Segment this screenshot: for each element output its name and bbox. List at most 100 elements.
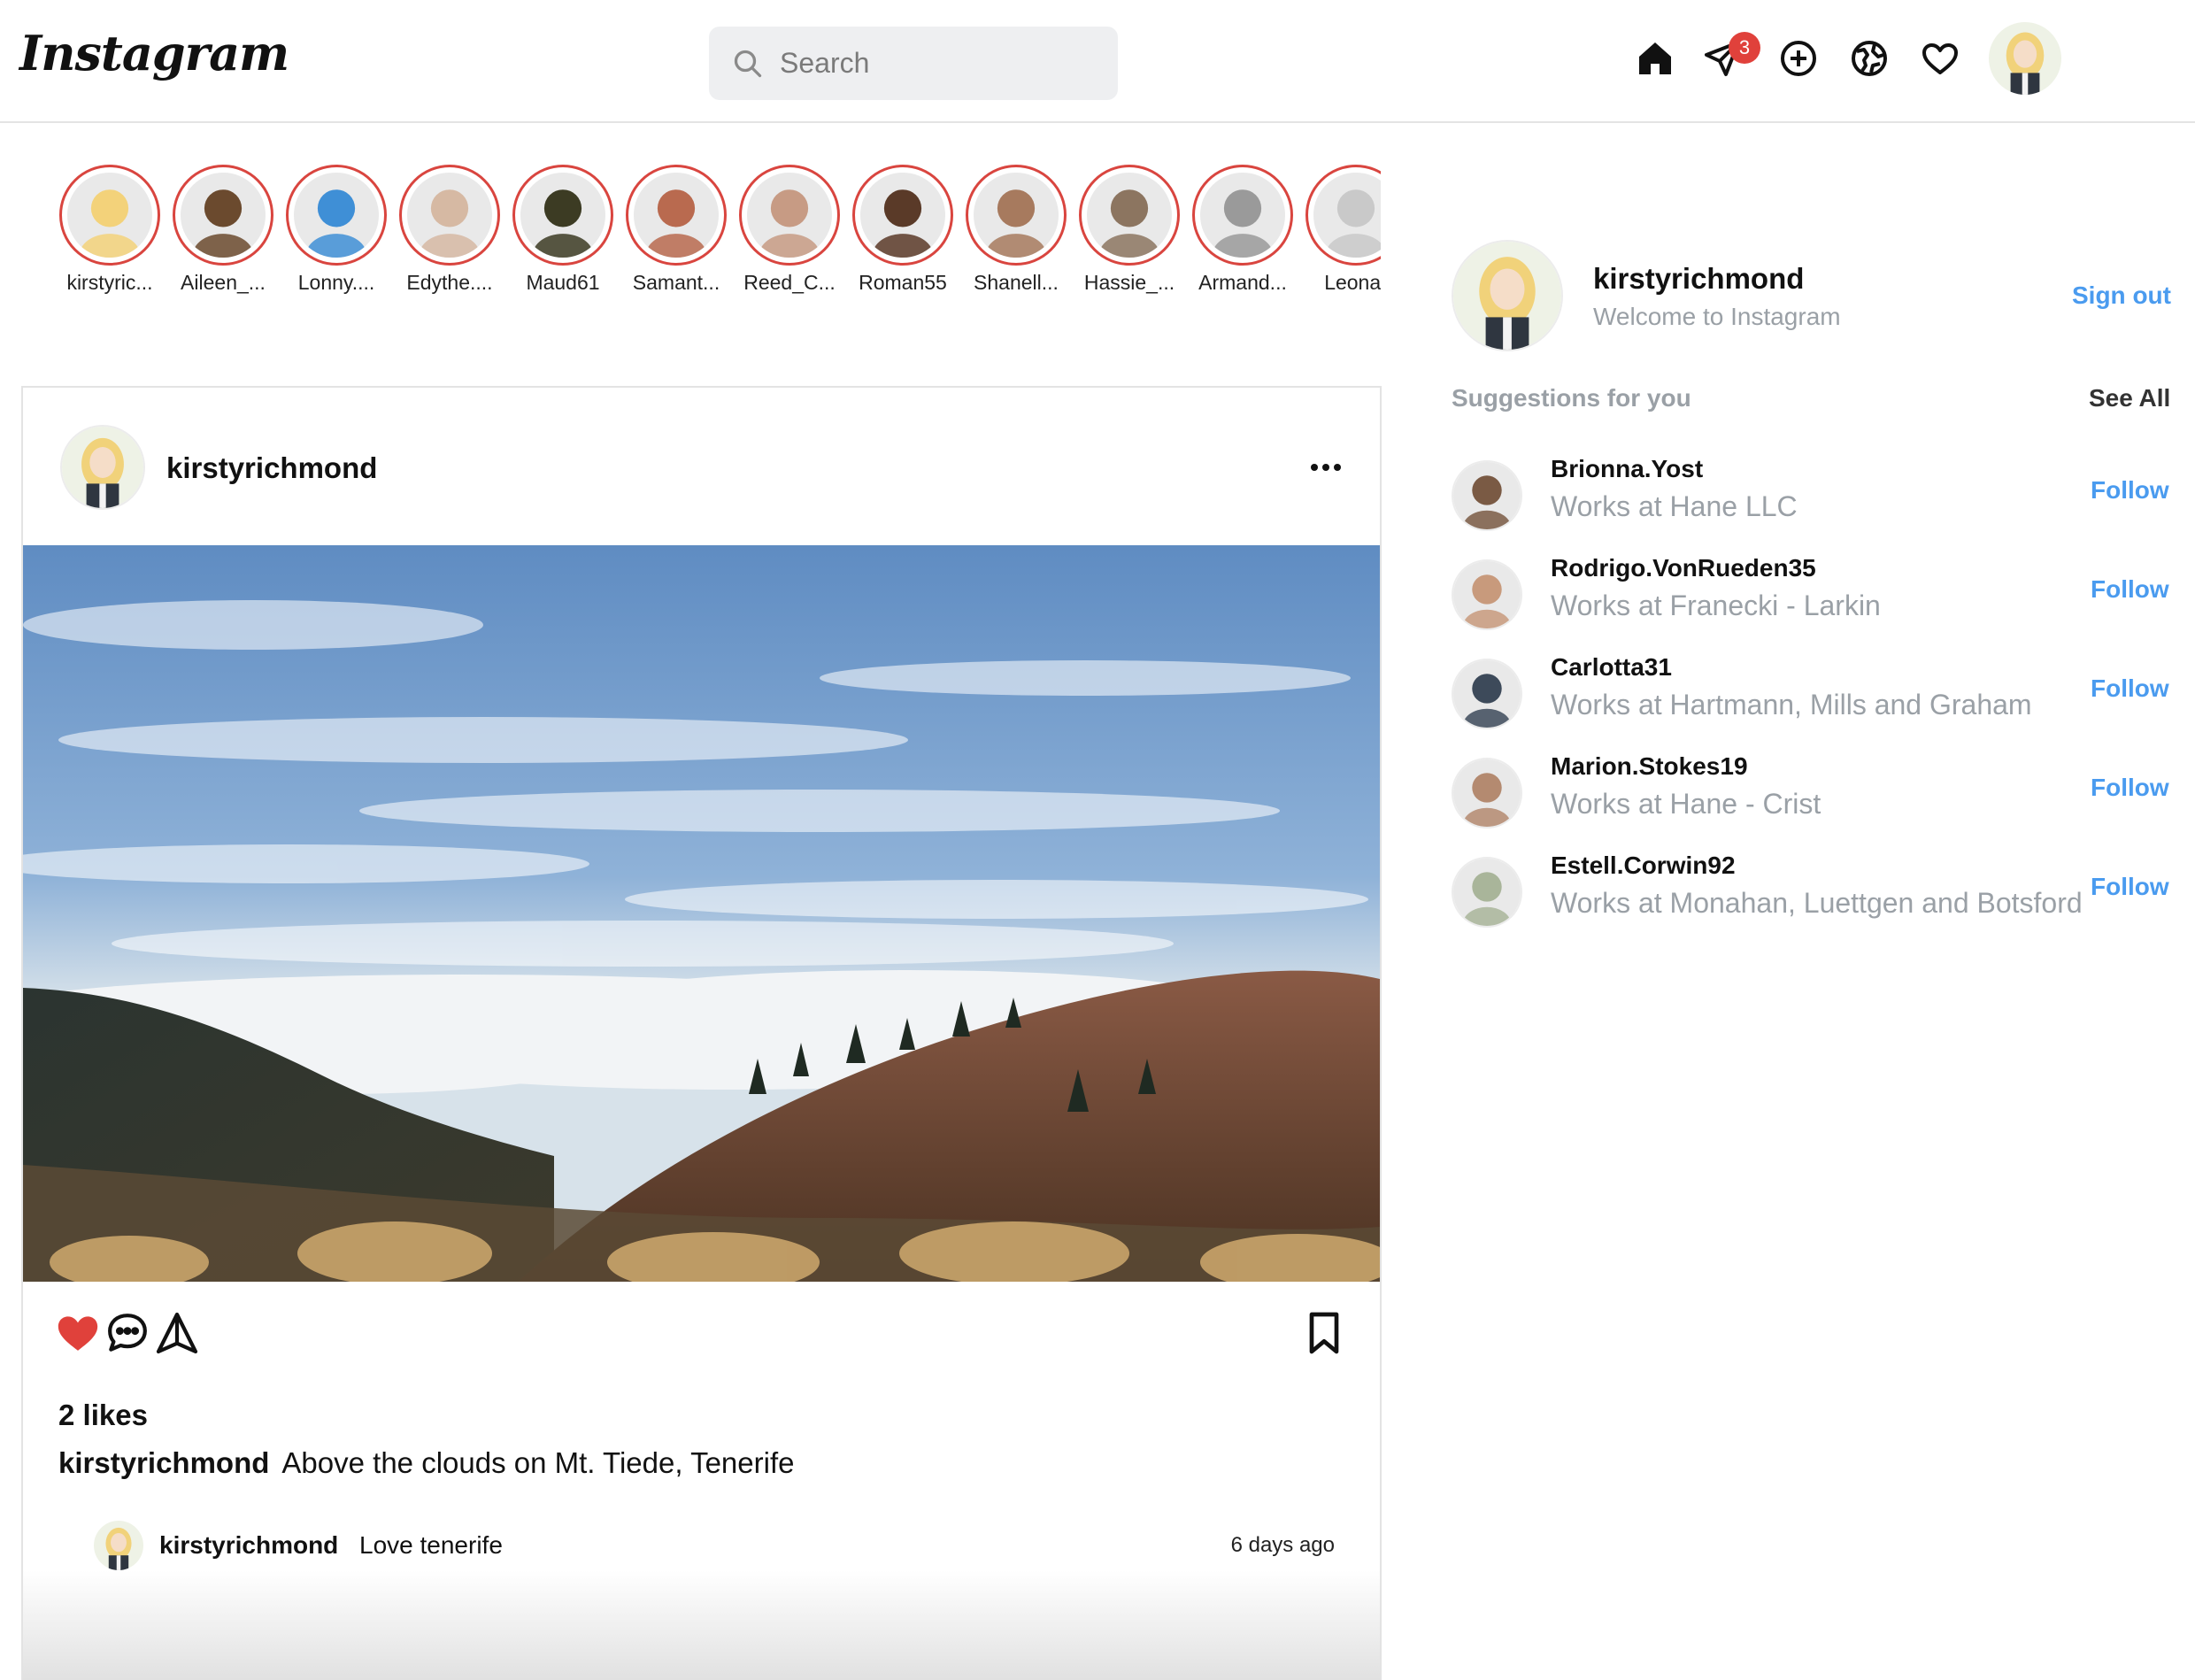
story-username: Shanell...	[974, 271, 1059, 294]
story-ring[interactable]	[399, 165, 500, 266]
story-ring[interactable]	[512, 165, 613, 266]
story-item[interactable]: Reed_C...	[733, 165, 846, 295]
story-item[interactable]: Armand...	[1186, 165, 1299, 295]
top-navigation-bar: Instagram 3	[0, 0, 2195, 123]
suggestion-avatar[interactable]	[1452, 659, 1522, 729]
story-username: Armand...	[1198, 271, 1287, 294]
follow-button[interactable]: Follow	[2091, 476, 2169, 505]
caption-text: Above the clouds on Mt. Tiede, Tenerife	[281, 1446, 795, 1479]
story-username: Leonar	[1324, 271, 1381, 294]
story-item[interactable]: Roman55	[846, 165, 959, 295]
story-ring[interactable]	[1079, 165, 1180, 266]
like-heart-icon[interactable]	[53, 1308, 103, 1358]
story-item[interactable]: kirstyric...	[53, 165, 166, 295]
story-avatar	[181, 173, 266, 258]
post-photo[interactable]	[23, 545, 1380, 1282]
follow-button[interactable]: Follow	[2091, 873, 2169, 901]
comment-author-avatar[interactable]	[94, 1521, 143, 1570]
story-ring[interactable]	[286, 165, 387, 266]
instagram-logo[interactable]: Instagram	[19, 25, 289, 81]
story-item[interactable]: Leonar	[1299, 165, 1381, 295]
follow-button[interactable]: Follow	[2091, 674, 2169, 703]
story-username: kirstyric...	[66, 271, 153, 294]
activity-heart-icon[interactable]	[1919, 37, 1961, 80]
story-username: Aileen_...	[181, 271, 266, 294]
story-avatar	[294, 173, 379, 258]
current-user-username[interactable]: kirstyrichmond	[1593, 262, 1804, 296]
suggestion-subtitle: Works at Hartmann, Mills and Graham	[1551, 689, 2032, 721]
story-item[interactable]: Shanell...	[959, 165, 1073, 295]
suggestion-username[interactable]: Marion.Stokes19	[1551, 752, 1748, 781]
suggestion-username[interactable]: Rodrigo.VonRueden35	[1551, 554, 1816, 582]
feed-post: kirstyrichmond 2 likes kirstyrichmond Ab…	[21, 386, 1382, 1680]
home-icon[interactable]	[1634, 37, 1676, 80]
bookmark-icon[interactable]	[1299, 1308, 1349, 1358]
caption-username[interactable]: kirstyrichmond	[58, 1446, 269, 1479]
story-avatar	[634, 173, 719, 258]
follow-button[interactable]: Follow	[2091, 575, 2169, 604]
story-avatar	[974, 173, 1059, 258]
suggestion-item: Carlotta31 Works at Hartmann, Mills and G…	[1452, 653, 2177, 742]
story-avatar	[1313, 173, 1381, 258]
post-author-username[interactable]: kirstyrichmond	[166, 451, 377, 485]
story-item[interactable]: Edythe....	[393, 165, 506, 295]
story-item[interactable]: Aileen_...	[166, 165, 280, 295]
create-post-icon[interactable]	[1777, 37, 1820, 80]
story-ring[interactable]	[59, 165, 160, 266]
story-item[interactable]: Samant...	[620, 165, 733, 295]
comment-item: kirstyrichmond Love tenerife 6 days ago	[94, 1521, 1368, 1574]
story-ring[interactable]	[626, 165, 727, 266]
story-avatar	[407, 173, 492, 258]
search-input[interactable]	[780, 39, 1098, 88]
post-header: kirstyrichmond	[23, 388, 1380, 545]
current-user-subtitle: Welcome to Instagram	[1593, 303, 1841, 330]
story-username: Hassie_...	[1083, 271, 1175, 294]
story-ring[interactable]	[1192, 165, 1293, 266]
suggestion-username[interactable]: Brionna.Yost	[1551, 455, 1703, 483]
see-all-button[interactable]: See All	[2089, 384, 2170, 412]
explore-icon[interactable]	[1848, 37, 1891, 80]
suggestion-item: Brionna.Yost Works at Hane LLC Follow	[1452, 455, 2177, 543]
suggestion-subtitle: Works at Hane - Crist	[1551, 788, 1821, 820]
story-username: Samant...	[632, 271, 720, 294]
current-user-avatar[interactable]	[1452, 240, 1563, 351]
story-ring[interactable]	[173, 165, 273, 266]
story-avatar	[520, 173, 605, 258]
profile-avatar[interactable]	[1989, 22, 2061, 95]
suggestion-username[interactable]: Carlotta31	[1551, 653, 1672, 682]
story-item[interactable]: Lonny....	[280, 165, 393, 295]
suggestion-username[interactable]: Estell.Corwin92	[1551, 852, 1736, 880]
post-author-avatar[interactable]	[60, 425, 145, 510]
story-ring[interactable]	[739, 165, 840, 266]
story-ring[interactable]	[1305, 165, 1381, 266]
search-box[interactable]	[709, 27, 1118, 100]
suggestion-avatar[interactable]	[1452, 857, 1522, 928]
message-count-badge: 3	[1729, 32, 1760, 64]
story-username: Roman55	[859, 271, 947, 294]
story-ring[interactable]	[966, 165, 1067, 266]
story-username: Edythe....	[406, 271, 493, 294]
more-options-icon[interactable]	[1308, 459, 1344, 476]
suggestion-item: Rodrigo.VonRueden35 Works at Franecki - L…	[1452, 554, 2177, 643]
comment-timestamp: 6 days ago	[1230, 1533, 1335, 1557]
suggestion-avatar[interactable]	[1452, 460, 1522, 531]
story-avatar	[67, 173, 152, 258]
comment-username[interactable]: kirstyrichmond	[159, 1531, 338, 1560]
suggestion-subtitle: Works at Franecki - Larkin	[1551, 590, 1881, 621]
sign-out-button[interactable]: Sign out	[2072, 281, 2171, 310]
suggestion-item: Estell.Corwin92 Works at Monahan, Luettge…	[1452, 852, 2177, 940]
stories-bar: kirstyric... Aileen_... Lonny.... Edythe...…	[53, 165, 1381, 306]
suggestion-avatar[interactable]	[1452, 559, 1522, 630]
story-avatar	[1200, 173, 1285, 258]
story-ring[interactable]	[852, 165, 953, 266]
comment-icon[interactable]	[103, 1308, 152, 1358]
story-item[interactable]: Maud61	[506, 165, 620, 295]
suggestion-avatar[interactable]	[1452, 758, 1522, 828]
story-username: Reed_C...	[743, 271, 836, 294]
story-item[interactable]: Hassie_...	[1073, 165, 1186, 295]
story-username: Lonny....	[297, 271, 375, 294]
story-avatar	[1087, 173, 1172, 258]
share-icon[interactable]	[152, 1308, 202, 1358]
likes-count[interactable]: 2 likes	[58, 1399, 148, 1432]
follow-button[interactable]: Follow	[2091, 774, 2169, 802]
